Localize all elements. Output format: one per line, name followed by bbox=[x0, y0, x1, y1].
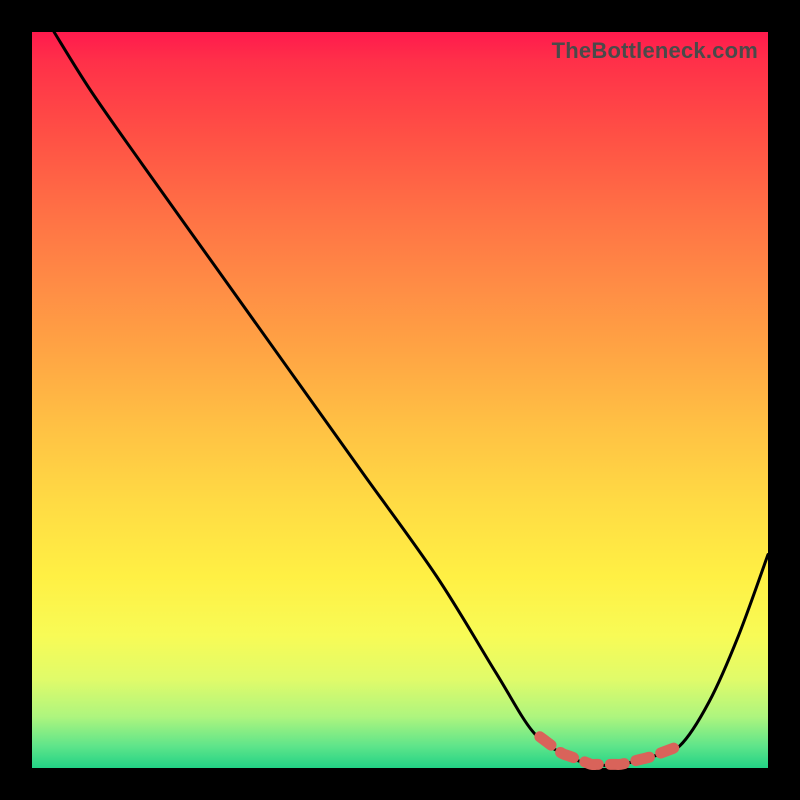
bottleneck-curve-path bbox=[54, 32, 768, 765]
chart-plot bbox=[32, 32, 768, 768]
highlight-segment bbox=[540, 737, 680, 765]
chart-frame: TheBottleneck.com bbox=[32, 32, 768, 768]
